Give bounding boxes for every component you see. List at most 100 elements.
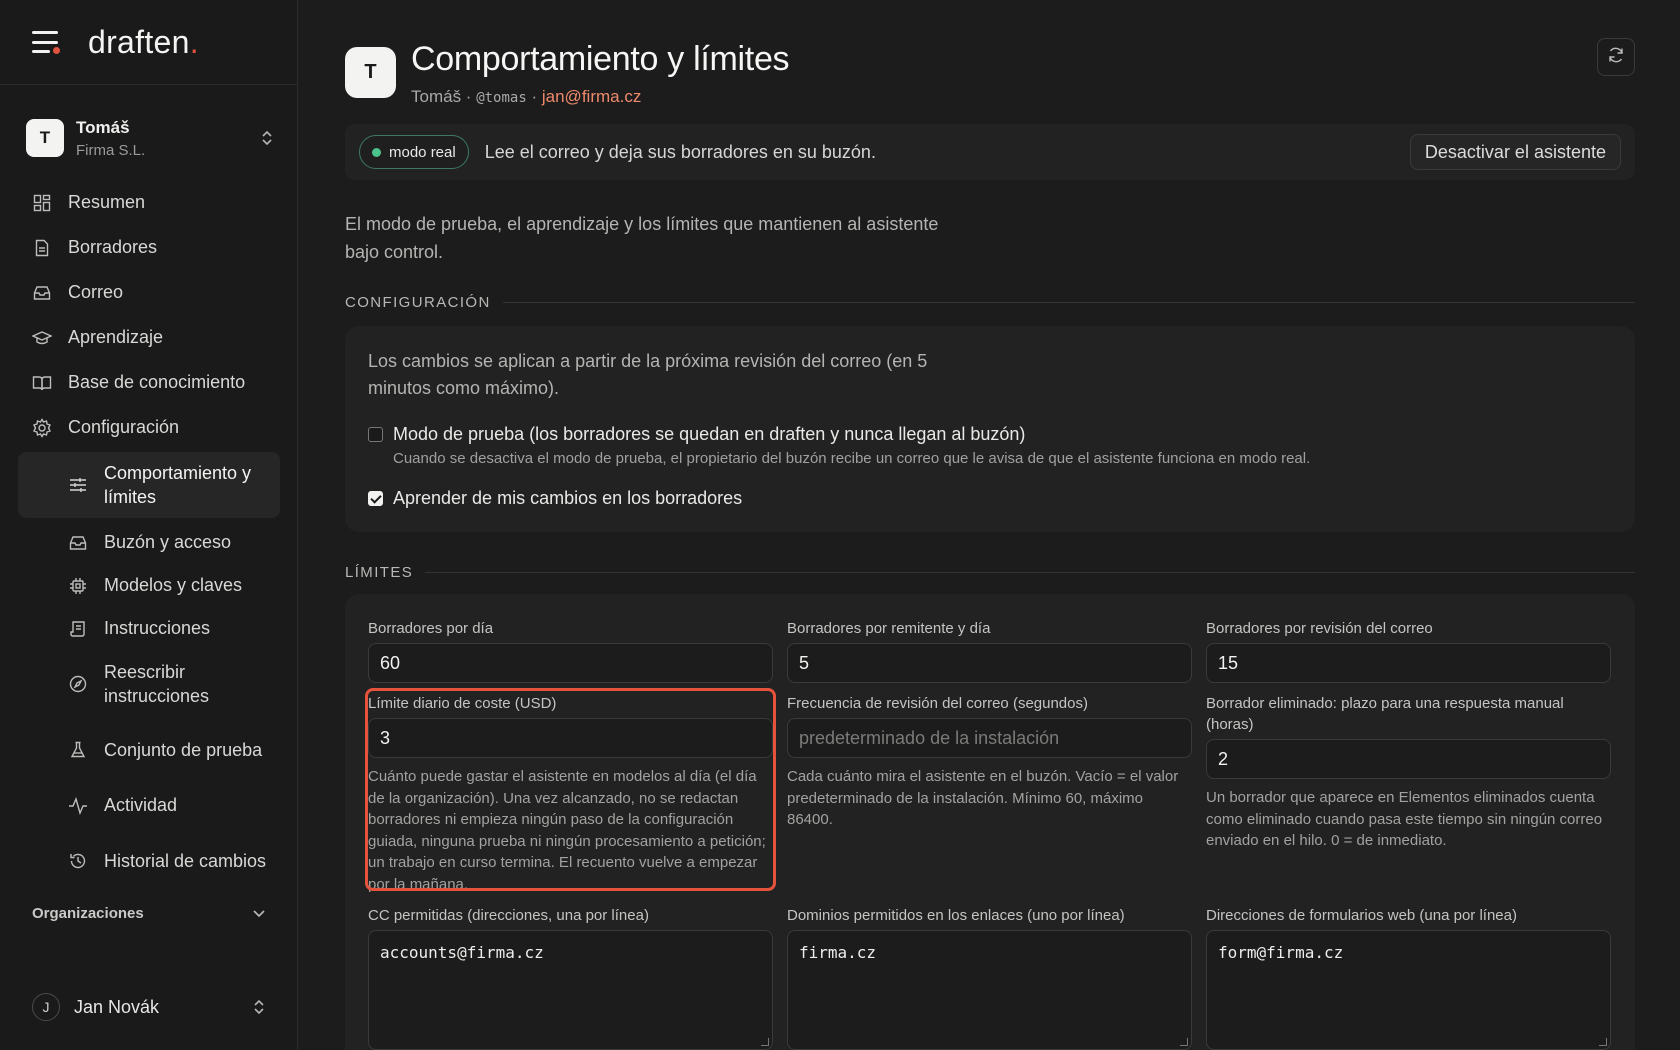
user-avatar: J <box>32 993 60 1021</box>
deleted-draft-help: Un borrador que aparece en Elementos eli… <box>1206 789 1603 849</box>
subnav-item-actividad[interactable]: Actividad <box>18 783 280 828</box>
document-icon <box>32 238 52 258</box>
field-label: Frecuencia de revisión del correo (segun… <box>787 695 1088 712</box>
logo[interactable]: draften. <box>88 24 199 61</box>
organizations-toggle[interactable]: Organizaciones <box>32 905 266 922</box>
subnav-item-reescribir[interactable]: Reescribir instrucciones <box>18 651 280 717</box>
intro-text: El modo de prueba, el aprendizaje y los … <box>345 214 939 262</box>
section-heading-config: CONFIGURACIÓN <box>345 294 1635 311</box>
inbox-icon <box>32 283 52 303</box>
nav-item-label: Correo <box>68 282 124 302</box>
account-switcher[interactable]: T Tomáš Firma S.L. <box>26 115 274 161</box>
page-title: Comportamiento y límites <box>411 40 790 78</box>
textarea-value: accounts@firma.cz <box>380 943 544 962</box>
nav-item-label: Resumen <box>68 192 146 212</box>
chip-icon <box>68 576 88 596</box>
webform-addresses-field: Direcciones de formularios web (una por … <box>1206 905 1611 1050</box>
gear-icon <box>32 417 52 438</box>
check-frequency-input[interactable]: predeterminado de la instalación <box>787 718 1192 758</box>
webform-addresses-textarea[interactable]: form@firma.cz <box>1206 930 1611 1050</box>
test-mode-checkbox-row[interactable]: Modo de prueba (los borradores se quedan… <box>368 424 1025 445</box>
subnav-item-label: Conjunto de prueba <box>104 740 263 760</box>
menu-icon[interactable] <box>32 31 60 54</box>
drafts-per-check-input[interactable]: 15 <box>1206 643 1611 683</box>
nav-item-configuracion[interactable]: Configuración <box>18 405 280 450</box>
cc-allowed-textarea[interactable]: accounts@firma.cz <box>368 930 773 1050</box>
flask-icon <box>68 740 88 760</box>
nav-item-label: Configuración <box>68 417 180 437</box>
history-icon <box>68 851 88 871</box>
profile-email[interactable]: jan@firma.cz <box>542 87 641 106</box>
textarea-value: form@firma.cz <box>1218 943 1344 962</box>
status-badge-label: modo real <box>389 143 456 161</box>
subnav-item-comportamiento[interactable]: Comportamiento y límites <box>18 452 280 518</box>
subnav-item-label: Buzón y acceso <box>104 532 232 552</box>
account-avatar: T <box>26 119 64 157</box>
nav-item-base-conocimiento[interactable]: Base de conocimiento <box>18 360 280 405</box>
chevron-down-icon <box>252 905 266 922</box>
domains-allowed-textarea[interactable]: firma.cz <box>787 930 1192 1050</box>
nav-item-label: Borradores <box>68 237 158 257</box>
field-label: Direcciones de formularios web (una por … <box>1206 907 1517 924</box>
nav-item-correo[interactable]: Correo <box>18 270 280 315</box>
subnav-item-historial[interactable]: Historial de cambios <box>18 828 280 894</box>
status-badge: modo real <box>359 135 469 169</box>
nav-item-resumen[interactable]: Resumen <box>18 180 280 225</box>
sidebar: draften. T Tomáš Firma S.L. Resumen Borr… <box>0 0 298 1050</box>
resize-grip-icon[interactable] <box>1180 1038 1188 1046</box>
drafts-per-check-field: Borradores por revisión del correo 15 <box>1206 618 1611 683</box>
cc-allowed-field: CC permitidas (direcciones, una por líne… <box>368 905 773 1050</box>
profile-handle: @tomas <box>476 90 527 106</box>
mode-banner: modo real Lee el correo y deja sus borra… <box>345 124 1635 180</box>
refresh-icon <box>1607 46 1625 69</box>
learn-checkbox[interactable] <box>368 491 383 506</box>
account-name: Tomáš <box>76 117 130 137</box>
profile-name: Tomáš <box>411 87 462 106</box>
test-mode-checkbox[interactable] <box>368 427 383 442</box>
resize-grip-icon[interactable] <box>1599 1038 1607 1046</box>
refresh-button[interactable] <box>1597 38 1635 76</box>
deactivate-assistant-button[interactable]: Desactivar el asistente <box>1409 134 1621 170</box>
drafts-per-day-field: Borradores por día 60 <box>368 618 773 683</box>
nav-item-aprendizaje[interactable]: Aprendizaje <box>18 315 280 360</box>
field-label: Borradores por remitente y día <box>787 620 991 637</box>
subnav-item-modelos[interactable]: Modelos y claves <box>18 563 280 608</box>
activity-icon <box>68 796 88 816</box>
scroll-icon <box>68 619 88 639</box>
subnav-item-buzon[interactable]: Buzón y acceso <box>18 520 280 565</box>
field-label: CC permitidas (direcciones, una por líne… <box>368 907 649 924</box>
profile-subline: Tomáš · @tomas · jan@firma.cz <box>411 87 789 107</box>
graduation-cap-icon <box>32 328 52 348</box>
profile-avatar: T <box>345 47 396 98</box>
live-dot <box>372 147 381 157</box>
separator: · <box>461 87 477 106</box>
learn-checkbox-row[interactable]: Aprender de mis cambios en los borradore… <box>368 488 742 509</box>
check-frequency-help: Cada cuánto mira el asistente en el buzó… <box>787 768 1179 828</box>
learn-label: Aprender de mis cambios en los borradore… <box>393 488 743 508</box>
config-note: Los cambios se aplican a partir de la pr… <box>368 351 928 398</box>
subnav-item-label: Reescribir instrucciones <box>104 662 210 706</box>
page-header: T Comportamiento y límites Tomáš · @toma… <box>345 40 790 107</box>
drafts-per-sender-input[interactable]: 5 <box>787 643 1192 683</box>
account-company: Firma S.L. <box>76 141 146 159</box>
user-menu[interactable]: J Jan Novák <box>32 993 266 1021</box>
drafts-per-day-input[interactable]: 60 <box>368 643 773 683</box>
resize-grip-icon[interactable] <box>761 1038 769 1046</box>
subnav-item-conjunto[interactable]: Conjunto de prueba <box>18 717 280 783</box>
nav-item-label: Base de conocimiento <box>68 372 246 392</box>
textarea-value: firma.cz <box>799 943 877 962</box>
config-card: Los cambios se aplican a partir de la pr… <box>345 326 1635 532</box>
subnav-item-label: Actividad <box>104 795 178 815</box>
brand-bar: draften. <box>0 0 297 85</box>
field-label: Borradores por revisión del correo <box>1206 620 1433 637</box>
book-icon <box>32 373 52 393</box>
deleted-draft-input[interactable]: 2 <box>1206 739 1611 779</box>
deleted-draft-field: Borrador eliminado: plazo para una respu… <box>1206 693 1611 852</box>
field-label: Dominios permitidos en los enlaces (uno … <box>787 907 1125 924</box>
nav-item-borradores[interactable]: Borradores <box>18 225 280 270</box>
field-label: Borrador eliminado: plazo para una respu… <box>1206 695 1564 733</box>
subnav-item-instrucciones[interactable]: Instrucciones <box>18 606 280 651</box>
subnav-item-label: Instrucciones <box>104 618 211 638</box>
test-mode-label: Modo de prueba (los borradores se quedan… <box>393 424 1026 444</box>
inbox-icon <box>68 533 88 553</box>
